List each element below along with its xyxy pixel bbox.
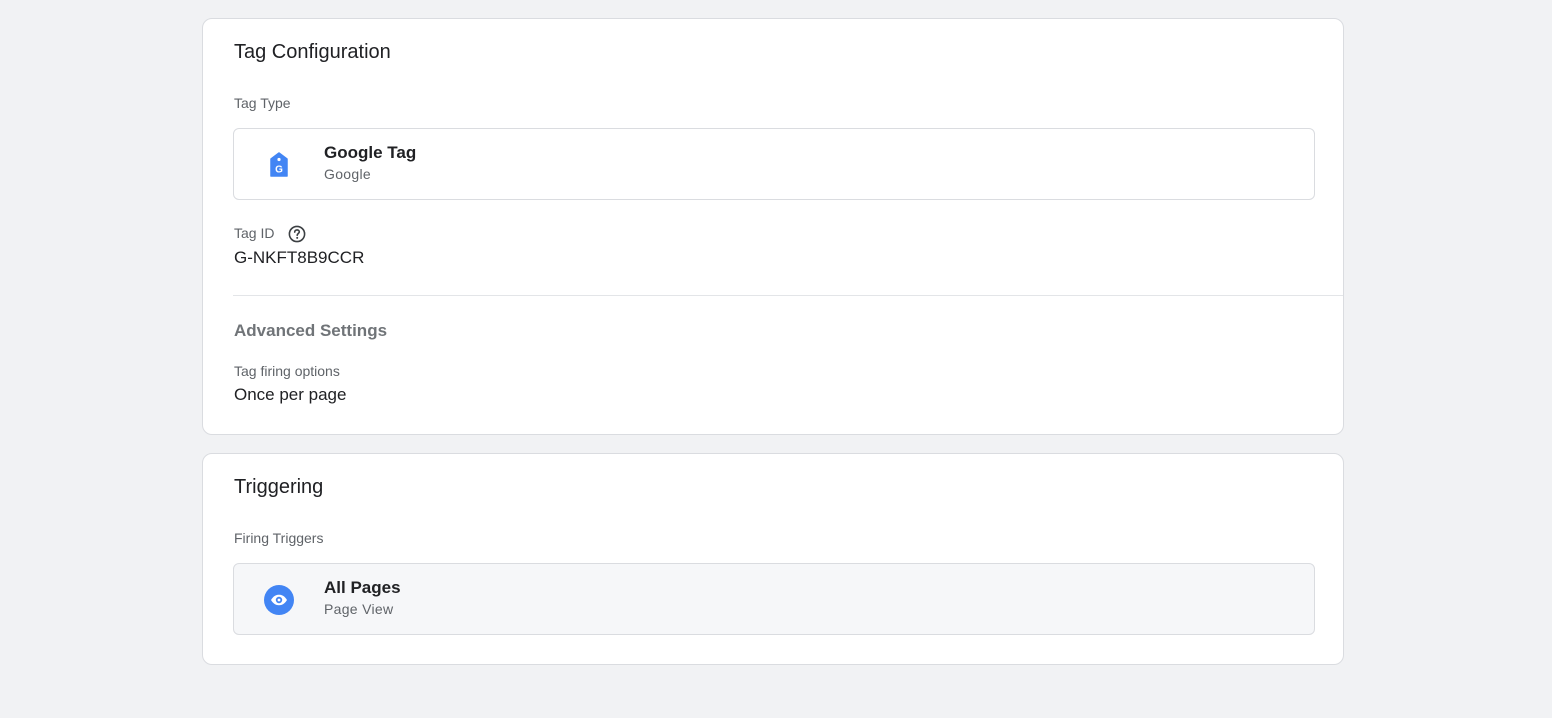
tag-firing-options-label: Tag firing options [234,363,340,379]
section-divider [233,295,1343,296]
svg-text:G: G [275,165,283,176]
tag-type-vendor: Google [324,166,371,182]
tag-configuration-card[interactable]: Tag Configuration Tag Type G Google Tag … [202,18,1344,435]
trigger-all-pages[interactable]: All Pages Page View [233,563,1315,635]
eye-icon [264,585,294,615]
advanced-settings-title[interactable]: Advanced Settings [234,321,387,341]
tag-type-label: Tag Type [234,95,291,111]
triggering-title: Triggering [234,476,324,498]
tag-id-label: Tag ID [234,225,275,241]
tag-id-value: G-NKFT8B9CCR [234,248,365,267]
trigger-type: Page View [324,601,394,617]
tag-type-name: Google Tag [324,143,417,162]
tag-type-selector[interactable]: G Google Tag Google [233,128,1315,200]
firing-triggers-label: Firing Triggers [234,530,324,546]
google-tag-icon: G [264,150,294,180]
trigger-name: All Pages [324,578,401,597]
tag-configuration-title: Tag Configuration [234,41,391,63]
help-circle-icon[interactable] [288,225,306,243]
tag-firing-options-value: Once per page [234,385,347,404]
triggering-card[interactable]: Triggering Firing Triggers All Pages Pag… [202,453,1344,665]
